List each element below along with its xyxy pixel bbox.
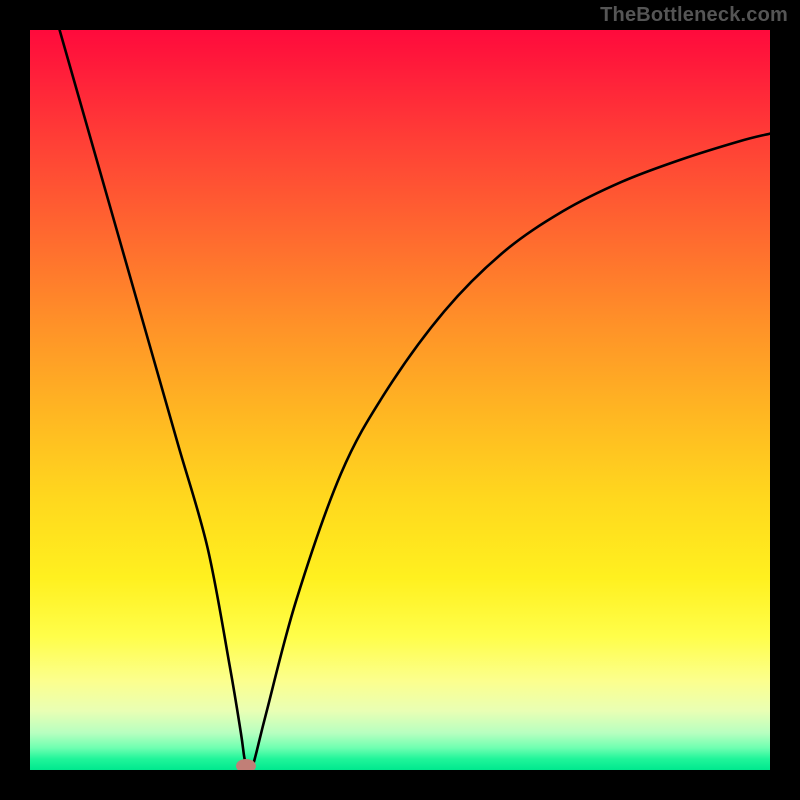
bottleneck-curve bbox=[60, 30, 770, 768]
plot-area bbox=[30, 30, 770, 770]
curve-svg bbox=[30, 30, 770, 770]
vertex-marker bbox=[236, 759, 256, 770]
chart-frame: TheBottleneck.com bbox=[0, 0, 800, 800]
attribution-text: TheBottleneck.com bbox=[600, 4, 788, 27]
